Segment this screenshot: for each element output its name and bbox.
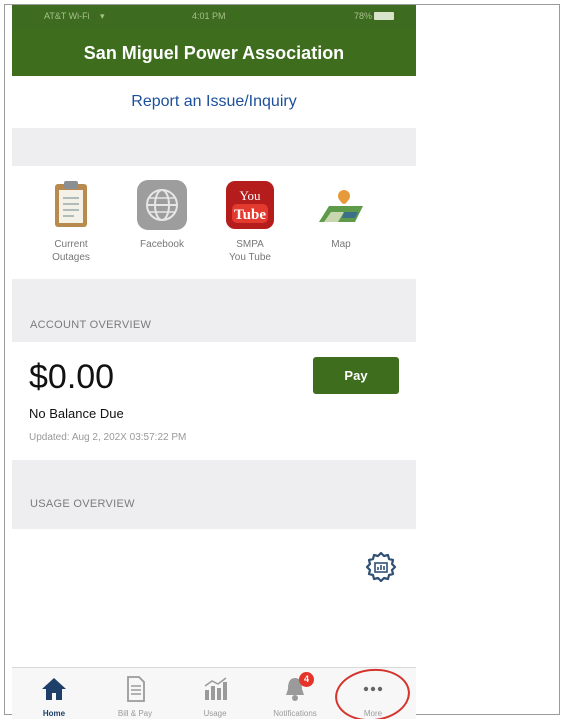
- usage-overview-title: USAGE OVERVIEW: [30, 498, 135, 510]
- updated-timestamp: Updated: Aug 2, 202X 03:57:22 PM: [29, 432, 187, 443]
- tab-bill-pay[interactable]: Bill & Pay: [100, 674, 170, 718]
- wifi-icon: ▾: [100, 11, 105, 21]
- usage-section-header: USAGE OVERVIEW: [12, 460, 416, 529]
- tab-home-label: Home: [42, 709, 66, 718]
- battery-text: 78%: [354, 11, 373, 21]
- app-title: San Miguel Power Association: [12, 30, 416, 76]
- account-section-header: ACCOUNT OVERVIEW: [12, 279, 416, 342]
- notification-count-badge: 4: [299, 672, 314, 687]
- phone-screen: AT&T Wi-Fi ▾ 4:01 PM 78% San Miguel Powe…: [12, 5, 416, 719]
- quick-links: Current Outages Facebook You Tube SMPA Y…: [12, 166, 416, 279]
- status-bar: AT&T Wi-Fi ▾ 4:01 PM 78%: [12, 5, 416, 30]
- map-link[interactable]: Map: [306, 178, 376, 251]
- carrier-text: AT&T Wi-Fi: [44, 11, 90, 21]
- tab-home[interactable]: Home: [19, 674, 89, 718]
- current-outages-link[interactable]: Current Outages: [36, 178, 106, 264]
- tab-bill-pay-label: Bill & Pay: [117, 709, 153, 718]
- account-overview-card: $0.00 No Balance Due Updated: Aug 2, 202…: [12, 342, 416, 460]
- facebook-link[interactable]: Facebook: [127, 178, 197, 251]
- bill-icon: [120, 674, 150, 704]
- tab-notifications-label: Notifications: [273, 709, 317, 718]
- clock-text: 4:01 PM: [192, 11, 226, 21]
- tab-usage-label: Usage: [203, 709, 227, 718]
- facebook-label: Facebook: [140, 239, 184, 250]
- pay-button[interactable]: Pay: [313, 357, 399, 394]
- usage-settings-gear-icon[interactable]: [364, 550, 398, 584]
- usage-overview-card: [12, 529, 416, 667]
- balance-amount: $0.00: [29, 358, 115, 396]
- home-icon: [39, 674, 69, 704]
- battery-icon: [374, 12, 394, 20]
- smpa-youtube-link[interactable]: You Tube SMPA You Tube: [215, 178, 285, 264]
- current-outages-label: Current Outages: [52, 239, 90, 263]
- bell-icon: 4: [280, 672, 314, 704]
- account-overview-title: ACCOUNT OVERVIEW: [30, 319, 152, 331]
- balance-status: No Balance Due: [29, 406, 124, 421]
- smpa-youtube-label: SMPA You Tube: [229, 239, 271, 263]
- globe-icon: [135, 178, 189, 232]
- clipboard-icon: [44, 178, 98, 232]
- section-spacer: [12, 128, 416, 166]
- report-issue-link[interactable]: Report an Issue/Inquiry: [12, 76, 416, 128]
- svg-text:Tube: Tube: [234, 207, 266, 223]
- map-icon: [314, 178, 368, 232]
- svg-text:You: You: [239, 188, 261, 203]
- youtube-icon: You Tube: [223, 178, 277, 232]
- tab-usage[interactable]: Usage: [180, 674, 250, 718]
- tab-notifications[interactable]: 4 Notifications: [260, 672, 330, 718]
- usage-chart-icon: [200, 674, 230, 704]
- map-label: Map: [331, 239, 351, 250]
